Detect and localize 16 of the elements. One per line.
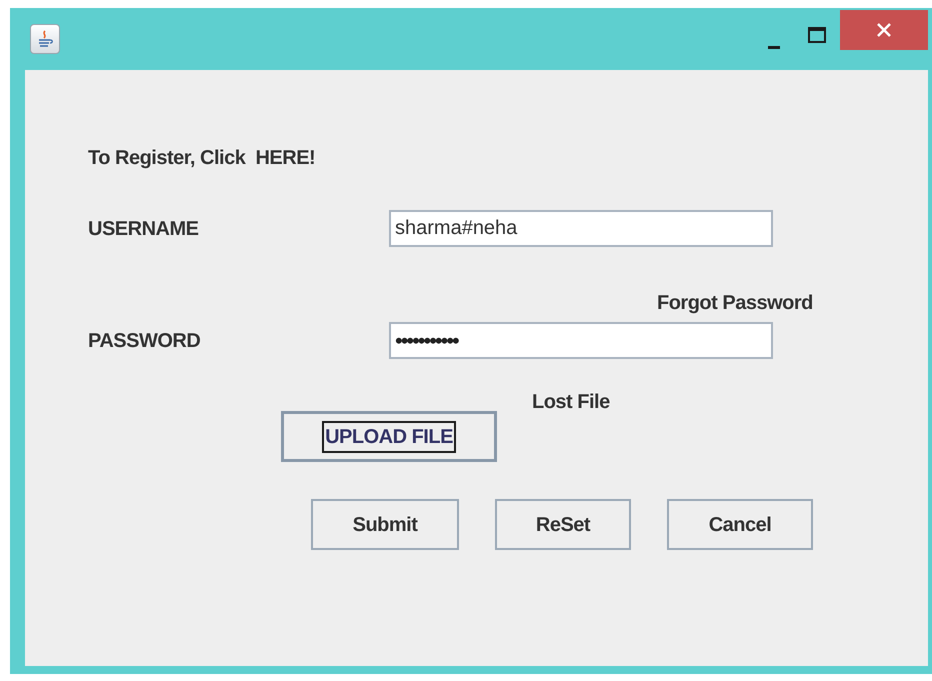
password-label: PASSWORD (88, 328, 202, 354)
close-button[interactable] (840, 10, 928, 50)
upload-file-button[interactable]: UPLOAD FILE (281, 411, 497, 462)
minimize-icon (768, 46, 780, 48)
close-icon (876, 22, 892, 38)
dialog-button[interactable]: Submit (311, 499, 459, 550)
register-link[interactable]: To Register, Click HERE! (88, 147, 316, 169)
maximize-icon (808, 27, 826, 43)
dialog-button[interactable]: Cancel (667, 499, 813, 550)
username-field[interactable]: sharma#neha (389, 210, 773, 247)
dialog-button[interactable]: ReSet (495, 499, 631, 550)
java-cup-icon (30, 24, 60, 54)
forgot-password-link[interactable]: Forgot Password (657, 292, 813, 314)
lost-file-link[interactable]: Lost File (532, 391, 610, 413)
username-label: USERNAME (88, 216, 200, 242)
password-field[interactable]: ••••••••••• (389, 322, 773, 359)
